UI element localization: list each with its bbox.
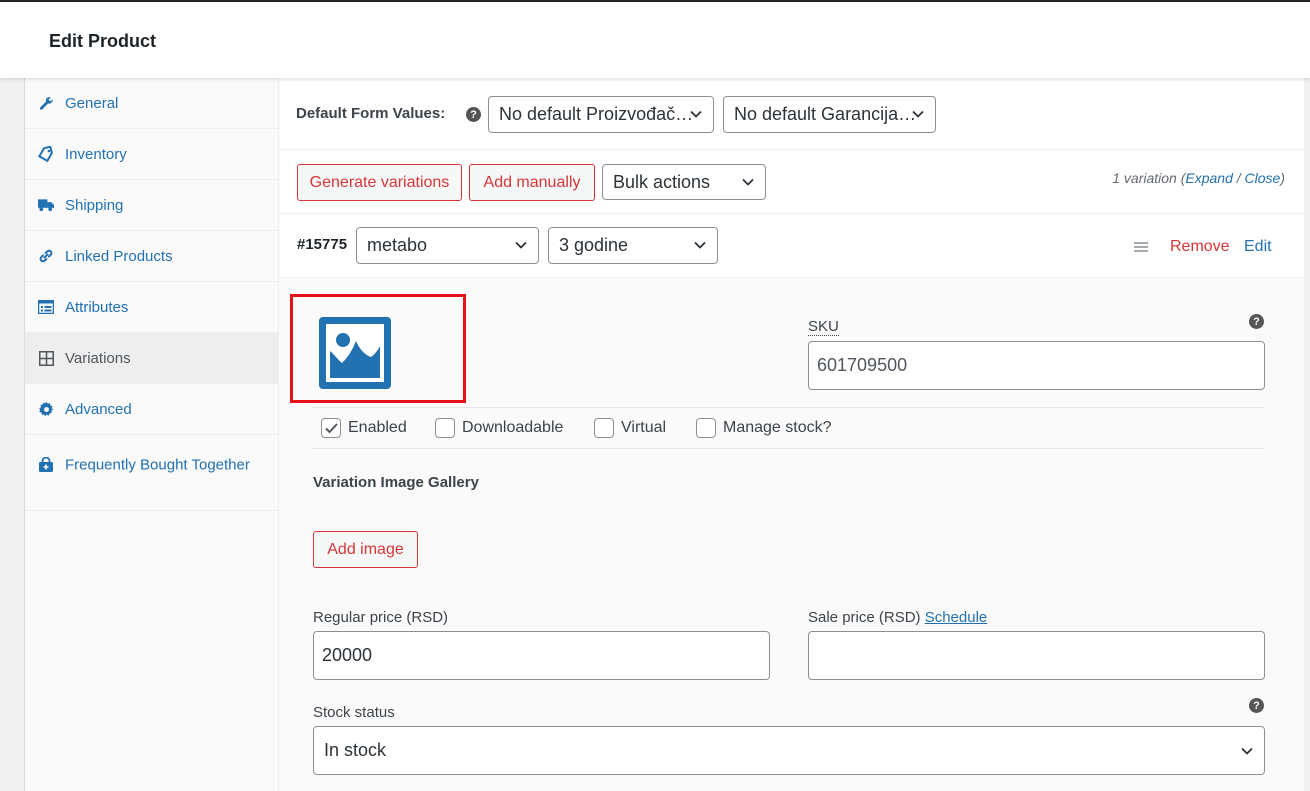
variation-warranty-select[interactable]: 3 godine xyxy=(548,227,718,264)
chevron-down-icon xyxy=(690,110,702,118)
tab-shipping[interactable]: Shipping xyxy=(25,180,278,231)
generate-variations-button[interactable]: Generate variations xyxy=(297,164,462,201)
tab-general[interactable]: General xyxy=(25,78,278,129)
select-value: No default Proizvođač… xyxy=(499,104,694,124)
sku-label: SKU xyxy=(808,318,839,336)
tab-label: Shipping xyxy=(65,196,124,214)
select-value: metabo xyxy=(367,235,428,255)
chevron-down-icon xyxy=(742,178,754,186)
chevron-down-icon xyxy=(515,241,527,249)
divider xyxy=(313,407,1265,408)
variation-actions-row: Generate variations Add manually Bulk ac… xyxy=(280,150,1304,214)
link-icon xyxy=(38,248,54,264)
help-icon[interactable]: ? xyxy=(1249,314,1264,329)
default-form-values-row: Default Form Values: ? No default Proizv… xyxy=(280,78,1304,150)
product-data-tabs: General Inventory Shipping Linked Produc… xyxy=(25,78,279,791)
tab-label: Attributes xyxy=(65,298,129,316)
help-icon[interactable]: ? xyxy=(1249,698,1264,713)
select-value: Bulk actions xyxy=(613,171,711,192)
close-link[interactable]: Close xyxy=(1245,170,1281,186)
tab-advanced[interactable]: Advanced xyxy=(25,384,278,435)
variation-manufacturer-select[interactable]: metabo xyxy=(356,227,539,264)
checkbox-box[interactable] xyxy=(594,418,614,438)
tag-icon xyxy=(38,146,54,162)
schedule-link[interactable]: Schedule xyxy=(925,609,988,626)
checkbox-box[interactable] xyxy=(696,418,716,438)
edit-variation-link[interactable]: Edit xyxy=(1244,238,1272,256)
tab-linked-products[interactable]: Linked Products xyxy=(25,231,278,282)
tab-label: Frequently Bought Together xyxy=(65,456,250,474)
variation-image-gallery-title: Variation Image Gallery xyxy=(313,474,479,491)
sku-input[interactable]: 601709500 xyxy=(808,341,1265,390)
select-value: In stock xyxy=(324,740,387,760)
drag-handle-icon[interactable] xyxy=(1134,242,1148,252)
product-data-panel: General Inventory Shipping Linked Produc… xyxy=(24,78,1304,791)
variations-content: Default Form Values: ? No default Proizv… xyxy=(280,78,1304,791)
variation-body: SKU ? 601709500 Enabled Downloadable Vir… xyxy=(280,278,1304,791)
checkbox-label: Enabled xyxy=(348,419,407,436)
stock-status-select[interactable]: In stock xyxy=(313,726,1265,775)
sale-price-label: Sale price (RSD) Schedule xyxy=(808,609,988,626)
checkbox-label: Virtual xyxy=(621,419,667,436)
select-value: No default Garancija… xyxy=(734,104,917,124)
image-placeholder-icon[interactable] xyxy=(319,317,391,389)
default-warranty-select[interactable]: No default Garancija… xyxy=(723,96,936,133)
regular-price-input[interactable]: 20000 xyxy=(313,631,770,680)
gear-icon xyxy=(38,401,54,417)
manage-stock-checkbox[interactable]: Manage stock? xyxy=(696,418,832,438)
checkbox-label: Downloadable xyxy=(462,419,564,436)
tab-attributes[interactable]: Attributes xyxy=(25,282,278,333)
select-value: 3 godine xyxy=(559,235,629,255)
checkbox-label: Manage stock? xyxy=(723,419,832,436)
bulk-actions-select[interactable]: Bulk actions xyxy=(602,164,766,200)
regular-price-label: Regular price (RSD) xyxy=(313,609,449,626)
add-manually-button[interactable]: Add manually xyxy=(469,164,595,201)
list-icon xyxy=(38,299,54,315)
remove-variation-link[interactable]: Remove xyxy=(1170,238,1230,256)
sale-price-input[interactable] xyxy=(808,631,1265,680)
tab-label: Inventory xyxy=(65,145,127,163)
expand-link[interactable]: Expand xyxy=(1185,170,1232,186)
tab-label: Advanced xyxy=(65,400,132,418)
wrench-icon xyxy=(38,95,54,111)
variation-id: #15775 xyxy=(297,236,348,253)
downloadable-checkbox[interactable]: Downloadable xyxy=(435,418,563,438)
check-icon xyxy=(325,423,338,434)
tab-label: General xyxy=(65,94,119,112)
divider xyxy=(313,448,1265,449)
default-manufacturer-select[interactable]: No default Proizvođač… xyxy=(488,96,714,133)
tab-variations[interactable]: Variations xyxy=(25,333,278,384)
checkbox-box[interactable] xyxy=(435,418,455,438)
chevron-down-icon xyxy=(912,110,924,118)
page-title: Edit Product xyxy=(49,31,156,51)
truck-icon xyxy=(38,197,54,213)
variation-count: 1 variation (Expand / Close) xyxy=(1112,170,1285,186)
tab-inventory[interactable]: Inventory xyxy=(25,129,278,180)
checkbox-box[interactable] xyxy=(321,418,341,438)
help-icon[interactable]: ? xyxy=(466,107,481,122)
chevron-down-icon xyxy=(1241,747,1253,755)
enabled-checkbox[interactable]: Enabled xyxy=(321,418,407,438)
default-form-values-label: Default Form Values: xyxy=(296,105,446,122)
tab-label: Linked Products xyxy=(65,247,173,265)
stock-status-label: Stock status xyxy=(313,704,395,721)
chevron-down-icon xyxy=(694,241,706,249)
grid-icon xyxy=(38,350,54,366)
tab-frequently-bought-together[interactable]: Frequently Bought Together xyxy=(25,435,278,511)
highlight-box xyxy=(290,294,466,403)
tab-label: Variations xyxy=(65,349,131,367)
top-bar: Edit Product xyxy=(0,0,1310,78)
bag-icon xyxy=(38,456,54,472)
virtual-checkbox[interactable]: Virtual xyxy=(594,418,666,438)
variation-header-row[interactable]: #15775 metabo 3 godine Remove Edit xyxy=(280,214,1304,278)
add-image-button[interactable]: Add image xyxy=(313,531,418,568)
